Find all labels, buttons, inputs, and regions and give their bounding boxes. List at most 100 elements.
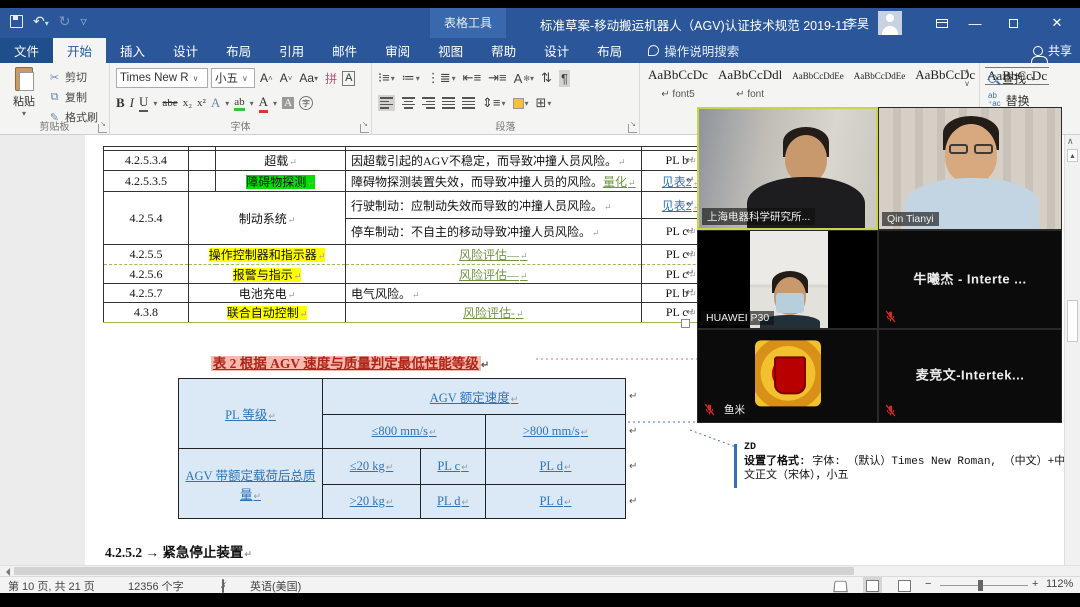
font-size-combo[interactable]: 小五∨ — [211, 68, 255, 88]
link[interactable]: 风险评估- — [463, 306, 524, 320]
proofing-status-icon[interactable] — [222, 579, 224, 593]
vertical-scrollbar[interactable]: ∧ ▲ — [1064, 135, 1080, 565]
tab-review[interactable]: 审阅 — [371, 38, 424, 63]
style-item[interactable]: AaBbCcDdEe — [854, 67, 906, 81]
system-cell[interactable]: 电池充电 — [189, 284, 346, 303]
speed-low-cell[interactable]: ≤800 mm/s — [323, 415, 486, 449]
desc-cell[interactable]: 障碍物探测装置失效，而导致冲撞人员的风险。量化 — [346, 171, 642, 192]
styles-scroll-down-icon[interactable]: ∨ — [964, 79, 970, 88]
link[interactable]: 见表2 — [662, 175, 701, 189]
scroll-left-arrow-icon[interactable] — [2, 568, 10, 576]
redo-icon[interactable]: ↻ — [59, 13, 71, 30]
tab-insert[interactable]: 插入 — [106, 38, 159, 63]
clause-cell[interactable]: 4.2.5.7 — [104, 284, 189, 303]
bold-icon[interactable]: B — [116, 95, 125, 111]
undo-icon[interactable]: ↶▾ — [33, 13, 49, 30]
table-row[interactable]: 4.2.5.7 电池充电 电气风险。 PL b — [104, 284, 722, 303]
style-item[interactable]: AaBbCcDdEe — [792, 67, 844, 81]
video-conference-overlay[interactable]: 上海电器科学研究所... Qin Tianyi HUAWEI P30 牛曦杰 -… — [697, 107, 1062, 423]
desc-cell[interactable]: 因超载引起的AGV不稳定，而导致冲撞人员风险。 — [346, 151, 642, 171]
page-indicator[interactable]: 第 10 页, 共 21 页 — [8, 578, 95, 594]
read-mode-icon[interactable] — [833, 581, 847, 592]
enclose-characters-icon[interactable]: 字 — [299, 96, 313, 110]
link[interactable]: 风险评估— — [459, 268, 528, 282]
find-button[interactable]: 查找 ▾ — [988, 69, 1035, 87]
clause-cell[interactable]: 4.2.5.3.4 — [104, 151, 189, 171]
scroll-up-arrow-icon[interactable]: ▲ — [1067, 149, 1078, 162]
mass-cell[interactable]: ≤20 kg — [323, 449, 421, 485]
table-resize-handle[interactable] — [681, 319, 690, 328]
video-tile-active-speaker[interactable]: 上海电器科学研究所... — [697, 107, 878, 230]
link[interactable]: 见表2 — [662, 199, 701, 213]
save-icon[interactable] — [10, 15, 23, 28]
phonetic-guide-icon[interactable]: 拼 — [323, 68, 339, 88]
tab-file[interactable]: 文件 — [0, 38, 53, 63]
language-indicator[interactable]: 英语(美国) — [250, 578, 301, 594]
zoom-in-icon[interactable]: + — [1032, 578, 1038, 590]
copy-button[interactable]: ⧉复制 — [48, 89, 98, 105]
text-effects-icon[interactable]: A — [211, 95, 220, 111]
sort-icon[interactable]: ⇅ — [541, 70, 552, 86]
align-left-icon[interactable] — [378, 95, 395, 111]
tab-help[interactable]: 帮助 — [477, 38, 530, 63]
desc-cell[interactable]: 风险评估— — [346, 245, 642, 265]
align-right-icon[interactable] — [422, 96, 435, 110]
item-cell[interactable]: 障碍物探测 — [216, 171, 346, 192]
tell-me-search[interactable]: 操作说明搜索 — [636, 38, 751, 63]
minimize-button[interactable]: — — [958, 8, 992, 38]
speed-header-cell[interactable]: AGV 额定速度 — [323, 379, 626, 415]
change-case-icon[interactable]: Aa▾ — [297, 68, 320, 88]
horizontal-scroll-thumb[interactable] — [14, 567, 854, 575]
mass-cell[interactable]: >20 kg — [323, 485, 421, 519]
character-border-icon[interactable]: A — [342, 71, 355, 86]
vertical-scroll-thumb[interactable] — [1067, 300, 1078, 342]
zoom-out-icon[interactable]: − — [925, 578, 931, 590]
table-row[interactable]: 4.2.5.6 报警与指示 风险评估— PL c — [104, 265, 722, 284]
justify-icon[interactable] — [442, 96, 455, 110]
web-layout-icon[interactable] — [898, 580, 911, 592]
clause-cell[interactable]: 4.3.8 — [104, 303, 189, 323]
customize-qat-icon[interactable]: ▽ — [80, 17, 86, 26]
pl-table[interactable]: PL 等级 AGV 额定速度 ≤800 mm/s >800 mm/s AGV 带… — [178, 378, 626, 519]
find-dropdown-icon[interactable]: ▾ — [1031, 74, 1035, 83]
italic-icon[interactable]: I — [130, 95, 134, 111]
share-button[interactable]: 共享 — [1033, 38, 1072, 63]
restore-button[interactable] — [996, 8, 1030, 38]
font-color-icon[interactable]: A — [259, 94, 268, 113]
align-center-icon[interactable] — [402, 96, 415, 110]
table-row[interactable]: 4.2.5.5 操作控制器和指示器 风险评估— PL c — [104, 245, 722, 265]
zoom-slider[interactable] — [940, 585, 1028, 586]
subscript-icon[interactable]: x₂ — [183, 97, 192, 109]
desc-cell[interactable]: 电气风险。 — [346, 284, 642, 303]
zoom-slider-thumb[interactable] — [978, 580, 983, 591]
table-row[interactable]: AGV 带额定载荷后总质量 ≤20 kg PL c PL d — [179, 449, 626, 485]
system-cell[interactable]: 报警与指示 — [189, 265, 346, 284]
tab-mailings[interactable]: 邮件 — [318, 38, 371, 63]
borders-icon[interactable]: ⊞▾ — [536, 95, 552, 111]
decrease-indent-icon[interactable]: ⇤≡ — [463, 70, 481, 86]
tab-design[interactable]: 设计 — [159, 38, 212, 63]
pl-cell[interactable]: PL d — [486, 449, 626, 485]
pl-cell[interactable]: PL c — [421, 449, 486, 485]
font-name-combo[interactable]: Times New R∨ — [116, 68, 208, 88]
clipboard-dialog-launcher-icon[interactable] — [98, 124, 107, 133]
item-cell[interactable]: 超载 — [216, 151, 346, 171]
paste-button[interactable]: 粘贴 ▾ — [6, 67, 42, 123]
desc-cell[interactable]: 行驶制动：应制动失效而导致的冲撞人员风险。 — [346, 192, 642, 219]
bullets-icon[interactable]: ⁝≡▾ — [378, 70, 395, 86]
paragraph-dialog-launcher-icon[interactable] — [628, 124, 637, 133]
show-marks-icon[interactable]: ¶ — [559, 70, 570, 87]
asian-layout-icon[interactable]: A✻▾ — [514, 71, 534, 86]
grow-font-icon[interactable]: A˄ — [258, 68, 275, 88]
line-spacing-icon[interactable]: ⇕≡▾ — [482, 95, 506, 111]
system-cell[interactable]: 制动系统 — [189, 192, 346, 245]
styles-scroll-up-icon[interactable]: ∧ — [964, 67, 970, 76]
shrink-font-icon[interactable]: A˅ — [278, 68, 295, 88]
style-item[interactable]: AaBbCcDc ↵ font5 — [648, 67, 708, 100]
text-highlight-icon[interactable]: ab — [234, 96, 244, 111]
desc-cell[interactable]: 风险评估- — [346, 303, 642, 323]
tab-table-layout[interactable]: 布局 — [583, 38, 636, 63]
video-tile-no-video[interactable]: 麦竞文-Intertek... — [878, 329, 1062, 423]
video-tile-logo[interactable]: 鱼米 — [697, 329, 878, 423]
table-row[interactable]: 4.3.8 联合自动控制 风险评估- PL c — [104, 303, 722, 323]
